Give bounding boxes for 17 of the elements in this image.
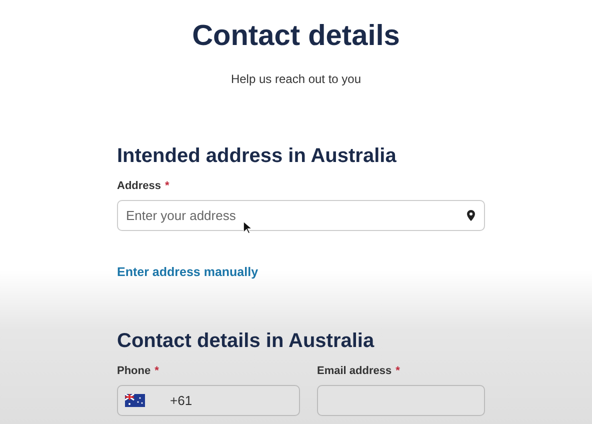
required-mark: * [396, 365, 400, 377]
address-field[interactable]: Enter your address [117, 200, 485, 231]
section-heading: Contact details in Australia [117, 329, 376, 353]
phone-field[interactable]: +61 [117, 385, 300, 416]
enter-address-manually-link[interactable]: Enter address manually [117, 265, 258, 279]
required-mark: * [154, 365, 159, 377]
flag-icon [125, 394, 145, 407]
location-pin-icon [467, 210, 475, 221]
field-label: Address [117, 180, 162, 192]
page-subtitle: Help us reach out to you [230, 72, 362, 86]
page-title: Contact details [191, 19, 401, 54]
email-field[interactable] [317, 385, 485, 416]
section-heading: Intended address in Australia [117, 144, 398, 168]
mouse-cursor-icon [243, 221, 252, 234]
field-label: Email address [317, 365, 392, 377]
field-label: Phone [117, 365, 151, 377]
required-mark: * [165, 180, 170, 192]
